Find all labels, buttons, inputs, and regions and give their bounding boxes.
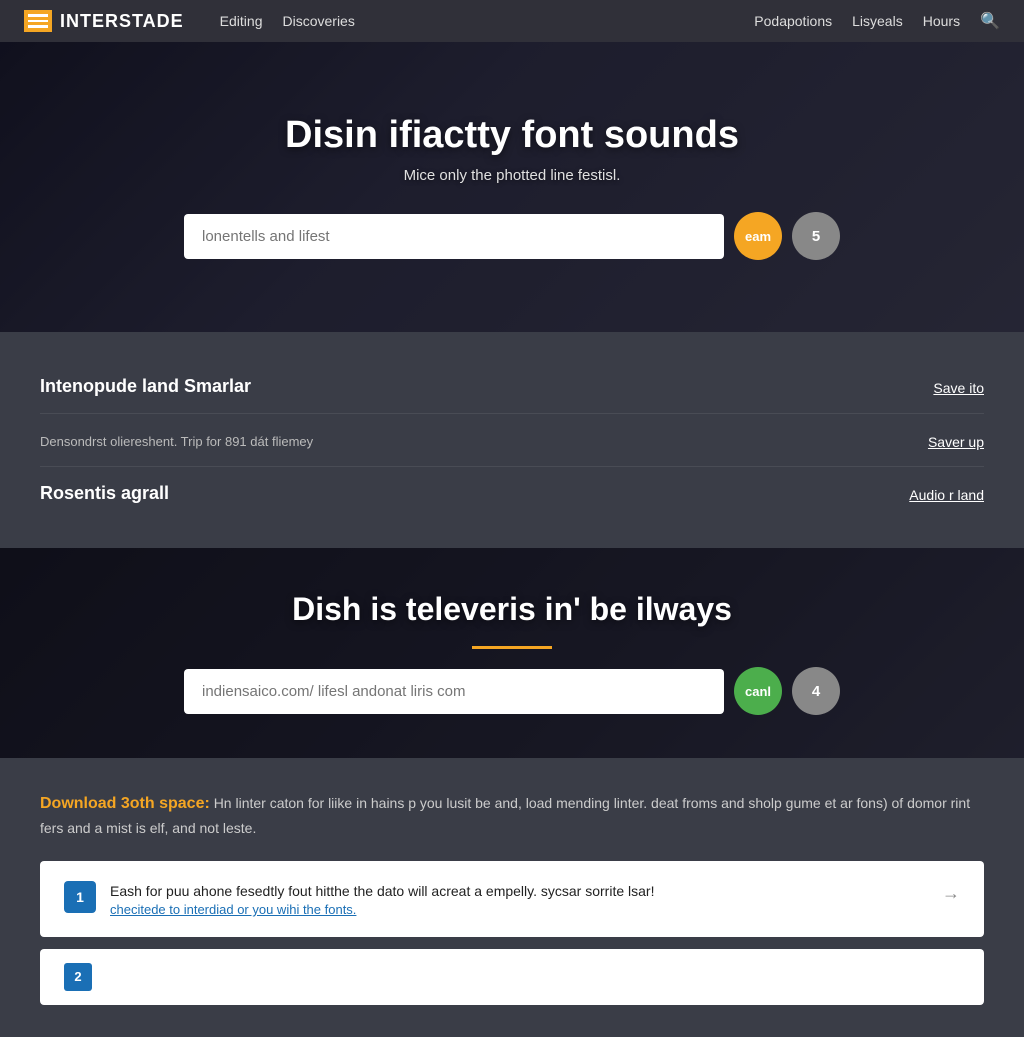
info-row-1: Densondrst oliereshent. Trip for 891 dát… [40,414,984,467]
hero-search-button-1[interactable]: eam [734,212,782,260]
hero2-underline [472,646,552,649]
hero-search-input[interactable] [184,214,724,259]
info-left-1: Densondrst oliereshent. Trip for 891 dát… [40,430,313,449]
nav-link-discoveries[interactable]: Discoveries [282,13,354,29]
hero-title: Disin ifiactty font sounds [20,114,1004,157]
info-title-0: Intenopude land Smarlar [40,376,251,397]
download-card-icon-1: 2 [64,963,92,991]
hero-subtitle: Mice only the photted line festisl. [20,167,1004,184]
download-card-text-0: Eash for puu ahone fesedtly fout hitthe … [110,881,928,917]
navbar: INTERSTADE Editing Discoveries Podapotio… [0,0,1024,42]
arrow-icon-0[interactable]: → [942,883,960,904]
nav-logo: INTERSTADE [24,10,184,32]
info-left-2: Rosentis agrall [40,483,169,504]
info-link-2[interactable]: Audio r land [909,487,984,503]
download-card-main-0: Eash for puu ahone fesedtly fout hitthe … [110,881,928,902]
info-row-2: Rosentis agrall Audio r land [40,467,984,520]
hero2-search-button-2[interactable]: 4 [792,667,840,715]
info-title-2: Rosentis agrall [40,483,169,504]
info-link-1[interactable]: Saver up [928,434,984,450]
hero-content: Disin ifiactty font sounds Mice only the… [20,114,1004,260]
info-left-0: Intenopude land Smarlar [40,376,251,397]
nav-links-left: Editing Discoveries [220,13,355,29]
hero2-search-row: canl 4 [20,667,1004,715]
download-card-1: 2 [40,949,984,1005]
logo-text: INTERSTADE [60,11,184,32]
search-icon[interactable]: 🔍 [980,11,1000,31]
nav-link-editing[interactable]: Editing [220,13,263,29]
nav-link-lisyeals[interactable]: Lisyeals [852,13,903,29]
info-strip: Intenopude land Smarlar Save ito Densond… [0,332,1024,548]
download-section: Download 3oth space: Hn linter caton for… [0,758,1024,1037]
download-intro: Download 3oth space: Hn linter caton for… [40,790,984,841]
download-card-0: 1 Eash for puu ahone fesedtly fout hitth… [40,861,984,937]
logo-icon [24,10,52,32]
info-body-1: Densondrst oliereshent. Trip for 891 dát… [40,434,313,449]
hero-section: Disin ifiactty font sounds Mice only the… [0,42,1024,332]
download-card-icon-0: 1 [64,881,96,913]
hero2-search-button-1[interactable]: canl [734,667,782,715]
nav-link-hours[interactable]: Hours [923,13,960,29]
nav-link-podapotions[interactable]: Podapotions [754,13,832,29]
info-link-0[interactable]: Save ito [933,380,984,396]
hero2-title: Dish is televeris in' be ilways [20,591,1004,628]
download-card-link-0[interactable]: checitede to interdiad or you wihi the f… [110,902,928,917]
info-row-0: Intenopude land Smarlar Save ito [40,360,984,414]
nav-links-right: Podapotions Lisyeals Hours 🔍 [754,11,1000,31]
hero2-search-input[interactable] [184,669,724,714]
hero2-content: Dish is televeris in' be ilways canl 4 [20,591,1004,715]
hero-search-row: eam 5 [20,212,1004,260]
hero-search-button-2[interactable]: 5 [792,212,840,260]
download-highlight: Download 3oth space: [40,795,210,812]
hero2-section: Dish is televeris in' be ilways canl 4 [0,548,1024,758]
